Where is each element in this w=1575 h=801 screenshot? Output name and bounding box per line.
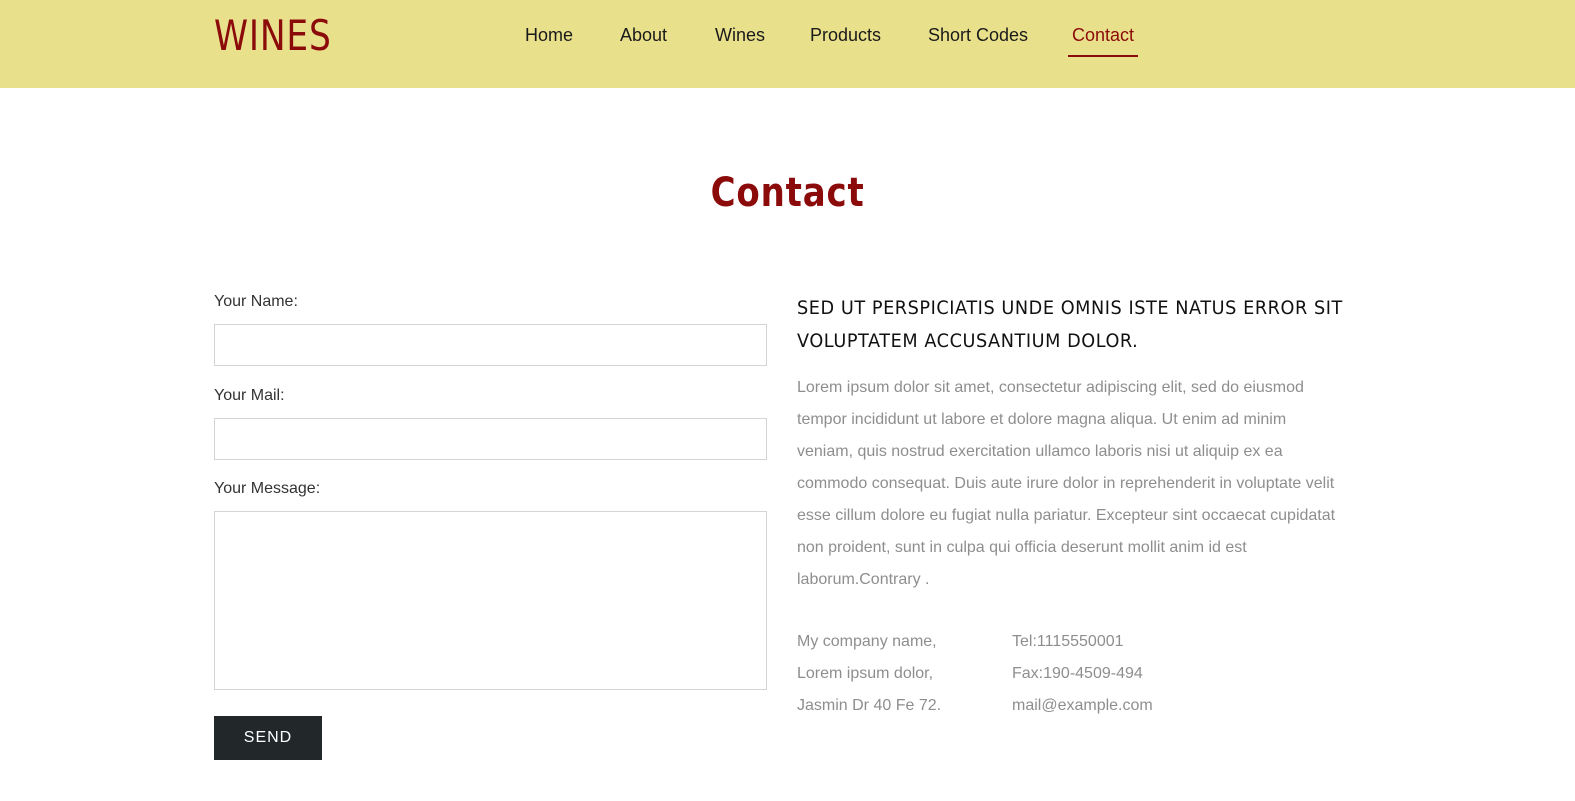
nav-item-products[interactable]: Products [810, 24, 881, 58]
message-label: Your Message: [214, 480, 321, 497]
site-header: WINES Home About Wines Products Short Co… [0, 0, 1575, 88]
address-line: Jasmin Dr 40 Fe 72. [797, 697, 942, 714]
page-title-text: Contact [710, 170, 865, 216]
contact-details: Tel:1115550001 Fax:190-4509-494 mail@exa… [1012, 626, 1153, 722]
nav-item-contact[interactable]: Contact [1072, 24, 1134, 58]
nav-item-short-codes[interactable]: Short Codes [928, 24, 1028, 58]
nav-item-home[interactable]: Home [525, 24, 573, 58]
mail-label: Your Mail: [214, 387, 285, 404]
phone-number: Tel:1115550001 [1012, 633, 1124, 650]
mail-input[interactable] [214, 418, 767, 460]
name-label: Your Name: [214, 293, 298, 310]
page-title: Contact [0, 168, 1575, 218]
send-button[interactable]: SEND [214, 716, 322, 760]
nav-item-wines[interactable]: Wines [715, 24, 765, 58]
name-input[interactable] [214, 324, 767, 366]
address-line: Lorem ipsum dolor, [797, 665, 934, 682]
active-nav-underline [1068, 55, 1138, 57]
site-logo[interactable]: WINES [214, 12, 332, 60]
nav-item-about[interactable]: About [620, 24, 667, 58]
address-line: My company name, [797, 633, 937, 650]
message-textarea[interactable] [214, 511, 767, 690]
fax-number: Fax:190-4509-494 [1012, 665, 1143, 682]
info-heading-line1: SED UT PERSPICIATIS UNDE OMNIS ISTE NATU… [797, 297, 1343, 319]
info-heading: SED UT PERSPICIATIS UNDE OMNIS ISTE NATU… [797, 292, 1357, 358]
info-paragraph: Lorem ipsum dolor sit amet, consectetur … [797, 379, 1336, 588]
company-address: My company name, Lorem ipsum dolor, Jasm… [797, 626, 941, 722]
info-heading-line2: VOLUPTATEM ACCUSANTIUM DOLOR. [797, 330, 1139, 352]
email-address[interactable]: mail@example.com [1012, 690, 1153, 722]
